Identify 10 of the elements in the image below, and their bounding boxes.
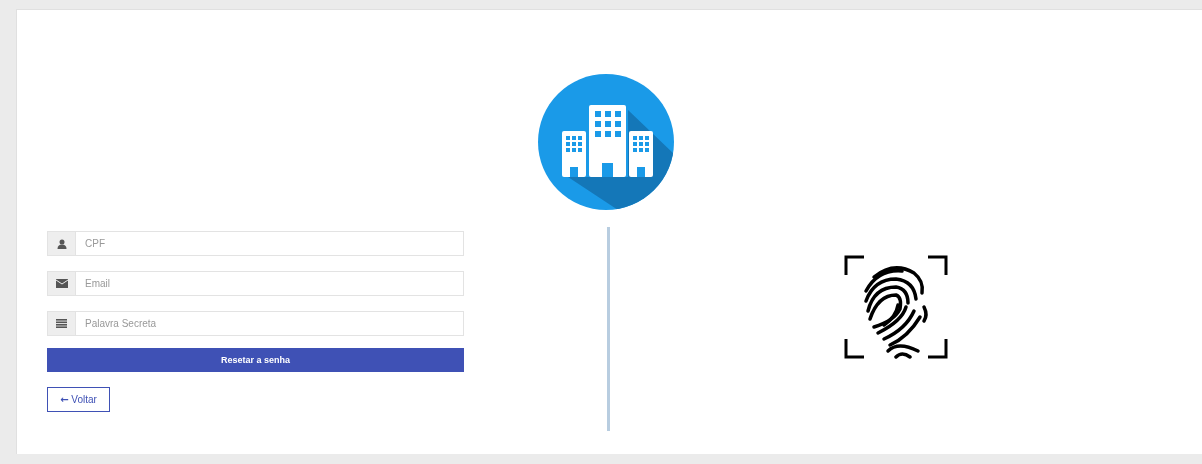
input-field[interactable]: Email — [75, 271, 464, 296]
back-button[interactable]: ← Voltar — [47, 387, 110, 412]
buildings-logo-icon — [537, 74, 674, 210]
reset-password-button[interactable]: Resetar a senha — [47, 348, 464, 372]
input-field[interactable]: Palavra Secreta — [75, 311, 464, 336]
envelope-icon — [55, 279, 68, 288]
fingerprint-icon — [844, 255, 948, 359]
user-icon — [56, 238, 67, 249]
input-field[interactable]: CPF — [75, 231, 464, 256]
lines-icon — [56, 319, 67, 328]
